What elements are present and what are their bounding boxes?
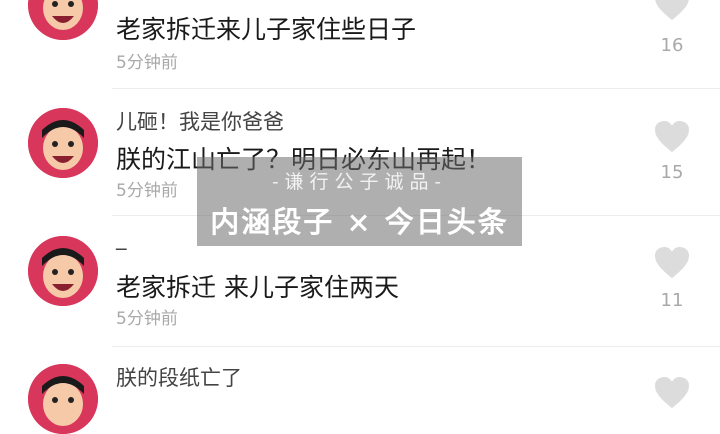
heart-icon	[655, 0, 689, 21]
cartoon-face-icon	[28, 364, 98, 434]
comment-text: 老家拆迁 来儿子家住两天	[116, 273, 399, 302]
like-button[interactable]	[652, 376, 692, 410]
like-count: 11	[660, 290, 684, 311]
username[interactable]: 朕的段纸亡了	[116, 362, 242, 392]
heart-icon	[655, 376, 689, 409]
cartoon-face-icon	[28, 108, 98, 178]
watermark-tagline: -谦行公子诚品-	[272, 171, 447, 193]
heart-icon	[655, 246, 689, 279]
username[interactable]: _	[116, 226, 127, 250]
watermark-title: 内涵段子 × 今日头条	[210, 205, 509, 239]
like-button[interactable]	[652, 0, 692, 22]
avatar[interactable]	[28, 236, 98, 306]
avatar[interactable]	[28, 364, 98, 434]
avatar[interactable]	[28, 108, 98, 178]
comment-time: 5分钟前	[116, 181, 178, 201]
like-count: 16	[660, 35, 684, 56]
cartoon-face-icon	[28, 236, 98, 306]
comment-text: 老家拆迁来儿子家住些日子	[116, 15, 417, 44]
divider	[112, 346, 720, 347]
divider	[112, 88, 720, 89]
comment-time: 5分钟前	[116, 53, 178, 73]
cartoon-face-icon	[28, 0, 98, 40]
like-count: 15	[660, 162, 684, 183]
like-button[interactable]	[652, 246, 692, 280]
like-button[interactable]	[652, 120, 692, 154]
watermark-banner: -谦行公子诚品- 内涵段子 × 今日头条	[197, 157, 522, 246]
avatar[interactable]	[28, 0, 98, 40]
comment-time: 5分钟前	[116, 309, 178, 329]
username[interactable]: 儿砸！我是你爸爸	[116, 106, 284, 136]
heart-icon	[655, 120, 689, 153]
